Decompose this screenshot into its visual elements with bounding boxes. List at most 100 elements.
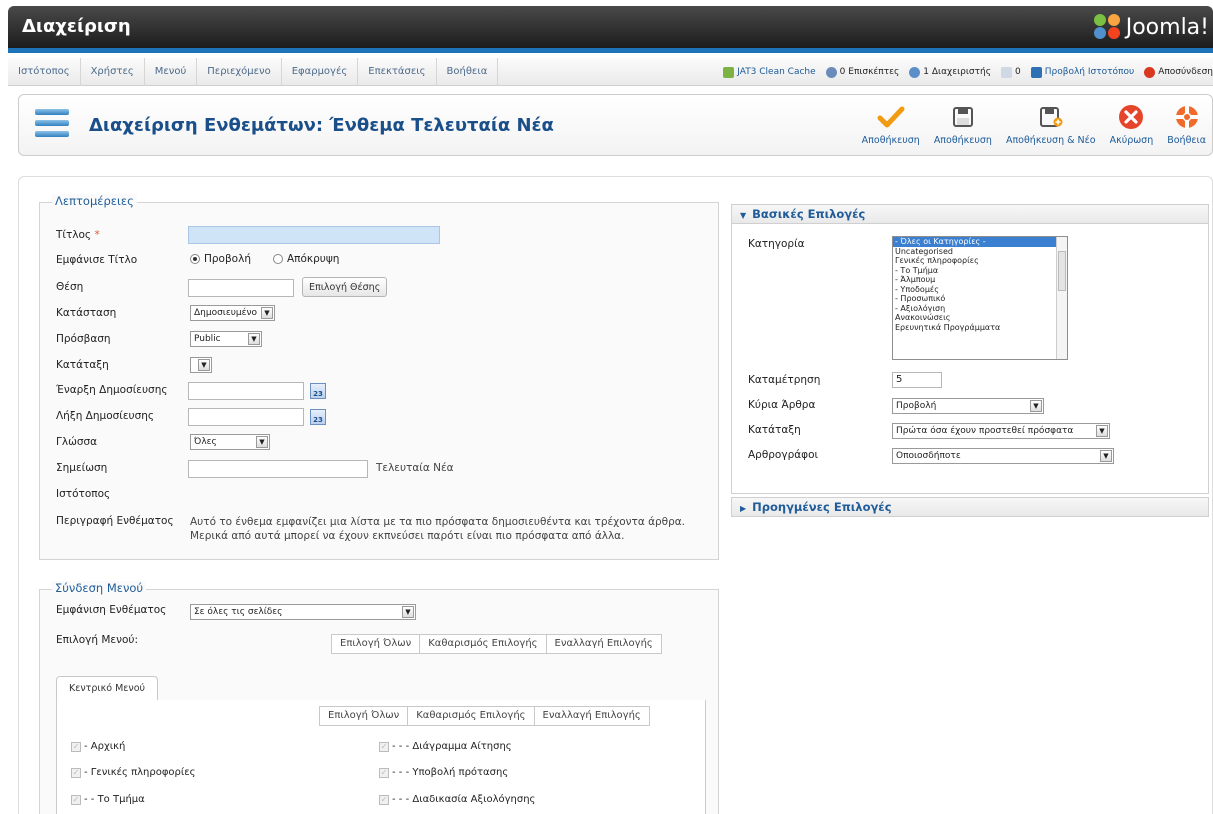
monitor-icon — [1030, 66, 1042, 78]
menu-item-checkbox[interactable]: ✓ - - - Διαδικασία Αξιολόγησης — [379, 794, 535, 805]
apply-button[interactable]: Αποθήκευση — [862, 103, 920, 146]
menu-site[interactable]: Ιστότοπος — [8, 58, 81, 86]
help-button[interactable]: Βοήθεια — [1167, 103, 1206, 146]
description-label: Περιγραφή Ενθέματος — [56, 515, 174, 527]
status-messages[interactable]: 0 — [1000, 66, 1021, 78]
header-accent-strip — [8, 48, 1213, 53]
cache-link[interactable]: JAT3 Clean Cache — [737, 67, 815, 77]
hide-radio[interactable] — [272, 254, 283, 264]
language-label: Γλώσσα — [56, 436, 98, 448]
toggle-selection-button[interactable]: Εναλλαγή Επιλογής — [535, 707, 649, 725]
chevron-down-icon: ▼ — [256, 436, 268, 448]
scrollbar-thumb[interactable] — [1058, 251, 1066, 291]
publish-down-input[interactable] — [188, 408, 304, 426]
access-label: Πρόσβαση — [56, 333, 111, 345]
menu-item-checkbox[interactable]: ✓ - - Το Τμήμα — [71, 794, 145, 805]
clear-selection-button[interactable]: Καθαρισμός Επιλογής — [408, 707, 535, 725]
status-cache[interactable]: JAT3 Clean Cache — [723, 66, 816, 78]
cancel-icon — [1116, 103, 1146, 131]
category-option[interactable]: - Το Τμήμα — [893, 266, 1067, 276]
display-module-select[interactable]: Σε όλες τις σελίδες ▼ — [190, 604, 416, 620]
cancel-button[interactable]: Ακύρωση — [1110, 103, 1153, 146]
authors-select[interactable]: Οποιοσδήποτε ▼ — [892, 448, 1114, 464]
category-option[interactable]: - Όλες οι Κατηγορίες - — [893, 237, 1067, 247]
access-select[interactable]: Public ▼ — [190, 331, 262, 347]
logout-icon — [1144, 66, 1156, 78]
select-all-button[interactable]: Επιλογή Όλων — [332, 635, 421, 653]
count-input[interactable]: 5 — [892, 372, 942, 388]
view-site-link[interactable]: Προβολή Ιστοτόπου — [1045, 67, 1134, 77]
category-option[interactable]: Ανακοινώσεις — [893, 313, 1067, 323]
authors-label: Αρθρογράφοι — [748, 449, 819, 461]
basic-options-header[interactable]: ▼ Βασικές Επιλογές — [731, 204, 1209, 224]
category-option[interactable]: Ερευνητικά Προγράμματα — [893, 323, 1067, 333]
select-position-button[interactable]: Επιλογή Θέσης — [302, 277, 388, 297]
main-menu: Ιστότοπος Χρήστες Μενού Περιεχόμενο Εφαρ… — [8, 58, 499, 86]
ordering-option-select[interactable]: Πρώτα όσα έχουν προστεθεί πρόσφατα ▼ — [892, 423, 1110, 439]
publish-down-label: Λήξη Δημοσίευσης — [56, 410, 155, 422]
menu-bar: Ιστότοπος Χρήστες Μενού Περιεχόμενο Εφαρ… — [8, 58, 1213, 86]
featured-label: Κύρια Άρθρα — [748, 399, 816, 411]
title-input[interactable] — [188, 226, 440, 244]
save-new-button[interactable]: Αποθήκευση & Νέο — [1006, 103, 1096, 146]
category-option[interactable]: - Υποδομές — [893, 285, 1067, 295]
admin-header: Διαχείριση Joomla! — [8, 6, 1213, 48]
menu-item-checkbox[interactable]: ✓ - - - Υποβολή πρότασης — [379, 767, 508, 778]
show-radio[interactable] — [190, 254, 200, 264]
category-option[interactable]: - Άλμπουμ — [893, 275, 1067, 285]
logout-link[interactable]: Αποσύνδεση — [1158, 67, 1213, 77]
menu-item-checkbox[interactable]: ✓ - Γενικές πληροφορίες — [71, 767, 196, 778]
status-admins: 1 Διαχειριστής — [909, 66, 991, 78]
status-logout[interactable]: Αποσύνδεση — [1144, 66, 1213, 78]
lifebuoy-icon — [1172, 103, 1202, 131]
category-option[interactable]: - Προσωπικό — [893, 294, 1067, 304]
publish-up-input[interactable] — [188, 382, 304, 400]
check-icon: ✓ — [71, 794, 81, 805]
listbox-scrollbar[interactable] — [1056, 237, 1067, 359]
site-label: Ιστότοπος — [56, 488, 111, 500]
position-input[interactable] — [188, 279, 294, 297]
category-option[interactable]: Uncategorised — [893, 247, 1067, 257]
joomla-mark-icon — [1093, 14, 1122, 40]
clear-selection-button[interactable]: Καθαρισμός Επιλογής — [420, 635, 547, 653]
details-fieldset: Λεπτομέρειες Τίτλος * Εμφάνισε Τίτλο Προ… — [39, 194, 719, 560]
description-line: Μερικά από αυτά μπορεί να έχουν εκπνεύσε… — [190, 530, 625, 542]
state-select[interactable]: Δημοσιευμένο ▼ — [190, 305, 275, 321]
menu-assignment-fieldset: Σύνδεση Μενού Εμφάνιση Ενθέματος Σε όλες… — [39, 581, 719, 814]
featured-select[interactable]: Προβολή ▼ — [892, 398, 1044, 414]
check-icon: ✓ — [71, 767, 81, 778]
menu-item-checkbox[interactable]: ✓ - - - Διάγραμμα Αίτησης — [379, 741, 512, 752]
select-all-button[interactable]: Επιλογή Όλων — [320, 707, 409, 725]
ordering-select[interactable]: ▼ — [190, 357, 212, 373]
language-select[interactable]: Όλες ▼ — [190, 434, 270, 450]
main-menu-tab-panel: Επιλογή Όλων Καθαρισμός Επιλογής Εναλλαγ… — [56, 700, 706, 814]
menu-content[interactable]: Περιεχόμενο — [197, 58, 282, 86]
calendar-icon[interactable]: 23 — [310, 409, 326, 425]
status-view-site[interactable]: Προβολή Ιστοτόπου — [1030, 66, 1134, 78]
check-icon: ✓ — [71, 741, 81, 752]
note-input[interactable] — [188, 460, 368, 478]
tab-main-menu[interactable]: Κεντρικό Μενού — [56, 676, 159, 701]
menu-menus[interactable]: Μενού — [145, 58, 198, 86]
menu-select-label: Επιλογή Μενού: — [56, 634, 138, 646]
admin-icon — [909, 66, 921, 78]
menu-users[interactable]: Χρήστες — [81, 58, 145, 86]
category-listbox[interactable]: - Όλες οι Κατηγορίες - Uncategorised Γενικ… — [892, 236, 1068, 360]
menu-components[interactable]: Εφαρμογές — [282, 58, 359, 86]
save-button[interactable]: Αποθήκευση — [934, 103, 992, 146]
joomla-logo[interactable]: Joomla! — [1093, 14, 1209, 40]
messages-count: 0 — [1014, 67, 1021, 77]
advanced-options-header[interactable]: ▶ Προηγμένες Επιλογές — [731, 497, 1209, 517]
menu-extensions[interactable]: Επεκτάσεις — [358, 58, 437, 86]
category-option[interactable]: Γενικές πληροφορίες — [893, 256, 1067, 266]
toggle-selection-button[interactable]: Εναλλαγή Επιλογής — [547, 635, 661, 653]
count-label: Καταμέτρηση — [748, 374, 821, 386]
menu-help[interactable]: Βοήθεια — [437, 58, 499, 86]
mail-icon — [1000, 66, 1012, 78]
display-module-value: Σε όλες τις σελίδες — [194, 607, 283, 617]
hide-option-label: Απόκρυψη — [286, 253, 340, 265]
category-option[interactable]: - Αξιολόγιση — [893, 304, 1067, 314]
calendar-icon[interactable]: 23 — [310, 383, 326, 399]
menu-item-checkbox[interactable]: ✓ - Αρχική — [71, 741, 125, 752]
check-icon: ✓ — [379, 794, 389, 805]
